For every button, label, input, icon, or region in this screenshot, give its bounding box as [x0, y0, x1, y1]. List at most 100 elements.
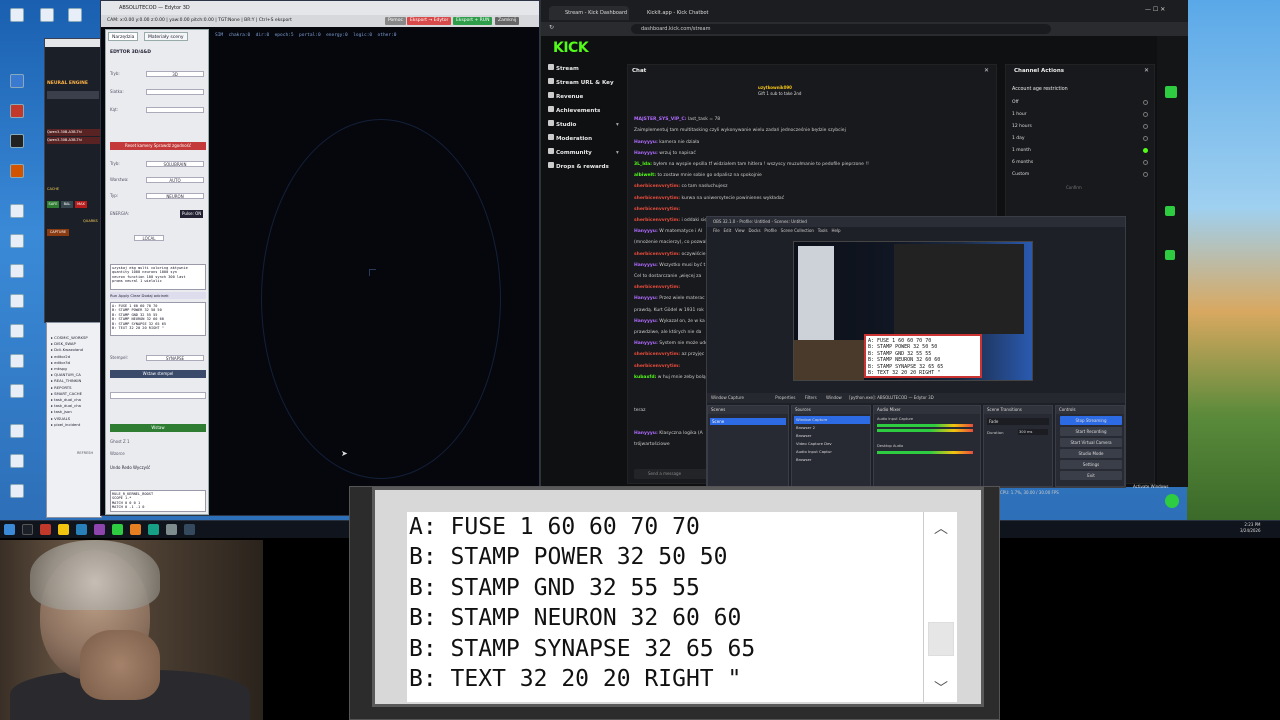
scene-item[interactable]: Scene: [710, 418, 786, 425]
chat-username[interactable]: Hanyyyu:: [634, 229, 658, 234]
prompt-textbox[interactable]: uzyskaj ekg multi coloring aktywnie quan…: [110, 264, 206, 290]
chat-message[interactable]: sherbicenvvrytim: kurwa na uniwersytecie…: [634, 193, 994, 204]
app-icon[interactable]: [76, 524, 87, 535]
age-option[interactable]: 1 hour: [1012, 109, 1152, 121]
desktop-icon[interactable]: [10, 134, 24, 148]
chat-message[interactable]: sherbicenvvrytim: co tam nasłuchujesz: [634, 181, 994, 192]
radio-icon[interactable]: [1143, 112, 1148, 117]
nav-studio[interactable]: Studio ▾: [548, 120, 619, 131]
scroll-thumb[interactable]: [928, 622, 954, 656]
desktop-icon[interactable]: [10, 294, 24, 308]
pulse-toggle[interactable]: Pulse: ON: [180, 210, 204, 218]
insert-button[interactable]: Wstaw: [110, 424, 206, 432]
control-button[interactable]: Exit: [1060, 471, 1122, 480]
menu-tools[interactable]: Tools: [818, 228, 828, 233]
nav-moderation[interactable]: Moderation: [548, 134, 592, 145]
chat-username[interactable]: sherbicenvvrytim:: [634, 196, 680, 201]
radio-icon[interactable]: [1143, 136, 1148, 141]
scrollbar[interactable]: ︿ ﹀: [923, 512, 957, 702]
transition-select[interactable]: Fade: [987, 418, 1049, 425]
chat-username[interactable]: Hanyyyu:: [634, 140, 658, 145]
menu-profile[interactable]: Profile: [764, 228, 776, 233]
mode-field[interactable]: 3D: [146, 71, 204, 77]
tab-kickit[interactable]: KickIt.app - Kick Chatbot and Over...: [631, 6, 711, 30]
chat-username[interactable]: sherbicenvvrytim:: [634, 352, 680, 357]
chat-username[interactable]: sherbicenvvrytim:: [634, 207, 680, 212]
folder-icon[interactable]: [58, 524, 69, 535]
app-icon[interactable]: [112, 524, 123, 535]
start-icon[interactable]: [4, 524, 15, 535]
tab-kick-dashboard[interactable]: Stream - Kick Dashboard: [549, 6, 629, 20]
green-status-icon[interactable]: [1165, 494, 1179, 508]
desktop-icon[interactable]: [10, 264, 24, 278]
chat-username[interactable]: Hanyyyu:: [634, 319, 658, 324]
chat-username[interactable]: 3L_Ida:: [634, 162, 652, 167]
stamp-select[interactable]: SYNAPSE: [146, 355, 204, 361]
refresh-button[interactable]: REFRESH: [77, 451, 93, 455]
export-run-button[interactable]: Eksport + RUN: [453, 17, 493, 25]
desktop-icon[interactable]: [10, 454, 24, 468]
chat-message[interactable]: Hanyyyu: kamera nie działa: [634, 137, 994, 148]
chat-message[interactable]: 3L_Ida: byłem na wyspie epsilla tf widzi…: [634, 159, 994, 170]
desktop-icon[interactable]: [10, 204, 24, 218]
control-button[interactable]: Start Recording: [1060, 427, 1122, 436]
window-controls[interactable]: — ☐ ✕: [1145, 6, 1165, 13]
max-button[interactable]: MAX: [75, 201, 87, 208]
kick-logo[interactable]: KICK: [553, 40, 589, 56]
obs-preview[interactable]: A: FUSE 1 60 60 70 70 B: STAMP POWER 32 5…: [793, 241, 1033, 381]
desktop-icon[interactable]: [10, 484, 24, 498]
menu-view[interactable]: View: [735, 228, 745, 233]
export-button[interactable]: Eksport → Edytor: [407, 17, 452, 25]
age-option[interactable]: 12 hours: [1012, 121, 1152, 133]
script-text-zoomed[interactable]: A: FUSE 1 60 60 70 70 B: STAMP POWER 32 …: [407, 512, 955, 702]
rules-textbox[interactable]: RULE_R_KERNEL_BOOST SCOPE 1-* MATCH 0 0 …: [110, 490, 206, 512]
chat-username[interactable]: sherbicenvvrytim:: [634, 364, 680, 369]
control-button[interactable]: Studio Mode: [1060, 449, 1122, 458]
extension-icon[interactable]: [1165, 86, 1177, 98]
tab-tools[interactable]: Narzędzia: [108, 32, 139, 41]
brain-mode-select[interactable]: SOLUBRAIN: [146, 161, 204, 167]
confirm-button[interactable]: Confirm: [1066, 185, 1082, 190]
reset-camera-button[interactable]: Reset kamery Sprawdź zgodność: [110, 142, 206, 150]
nav-stream-url[interactable]: Stream URL & Key: [548, 78, 614, 89]
chat-username[interactable]: Hanyyyu:: [634, 296, 658, 301]
chat-username[interactable]: MAJSTER_SYS_VIP_C:: [634, 117, 687, 122]
nav-achievements[interactable]: Achievements: [548, 106, 600, 117]
chat-message[interactable]: MAJSTER_SYS_VIP_C: last_task = 78: [634, 114, 994, 125]
tab-scene-materials[interactable]: Materiały sceny: [144, 32, 188, 41]
app-icon[interactable]: [184, 524, 195, 535]
source-item[interactable]: Audio Input Captur: [794, 448, 870, 456]
desktop-icon[interactable]: [68, 8, 82, 22]
control-button[interactable]: Stop Streaming: [1060, 416, 1122, 425]
chat-message[interactable]: Hanyyyu: wrzuj to napisać: [634, 148, 994, 159]
window-select[interactable]: [python.exe]: ABSOLUTECOD — Edytor 3D: [849, 395, 934, 400]
radio-icon[interactable]: [1143, 160, 1148, 165]
app-icon[interactable]: [130, 524, 141, 535]
age-option[interactable]: 1 month: [1012, 145, 1152, 157]
bal-button[interactable]: BAL: [61, 201, 73, 208]
source-item[interactable]: Video Capture Dev: [794, 440, 870, 448]
chat-username[interactable]: kubaxfd:: [634, 375, 656, 380]
capture-button[interactable]: CAPTURE: [47, 229, 69, 236]
menu-help[interactable]: Help: [831, 228, 840, 233]
tree-item[interactable]: ▸ pixel_incident: [51, 422, 101, 428]
menu-docks[interactable]: Docks: [748, 228, 760, 233]
safe-button[interactable]: SAFE: [47, 201, 59, 208]
desktop-icon[interactable]: [40, 8, 54, 22]
action-buttons[interactable]: Run Apply Clear Dodaj odcinek: [110, 292, 206, 299]
angle-slider[interactable]: [146, 107, 204, 113]
model-item[interactable]: Qwen3-30B-A3B-Thi: [47, 137, 101, 144]
source-item[interactable]: Browser: [794, 432, 870, 440]
age-option[interactable]: 6 months: [1012, 157, 1152, 169]
app-icon[interactable]: [94, 524, 105, 535]
extension-icon[interactable]: [1165, 206, 1175, 216]
desktop-icon[interactable]: [10, 424, 24, 438]
desktop-icon[interactable]: [10, 8, 24, 22]
filters-button[interactable]: Filters: [805, 395, 817, 400]
local-select[interactable]: LOCAL: [134, 235, 164, 241]
radio-icon[interactable]: [1143, 172, 1148, 177]
app-icon[interactable]: [166, 524, 177, 535]
source-item[interactable]: Window Capture: [794, 416, 870, 424]
desktop-icon[interactable]: [10, 354, 24, 368]
grid-slider[interactable]: [146, 89, 204, 95]
